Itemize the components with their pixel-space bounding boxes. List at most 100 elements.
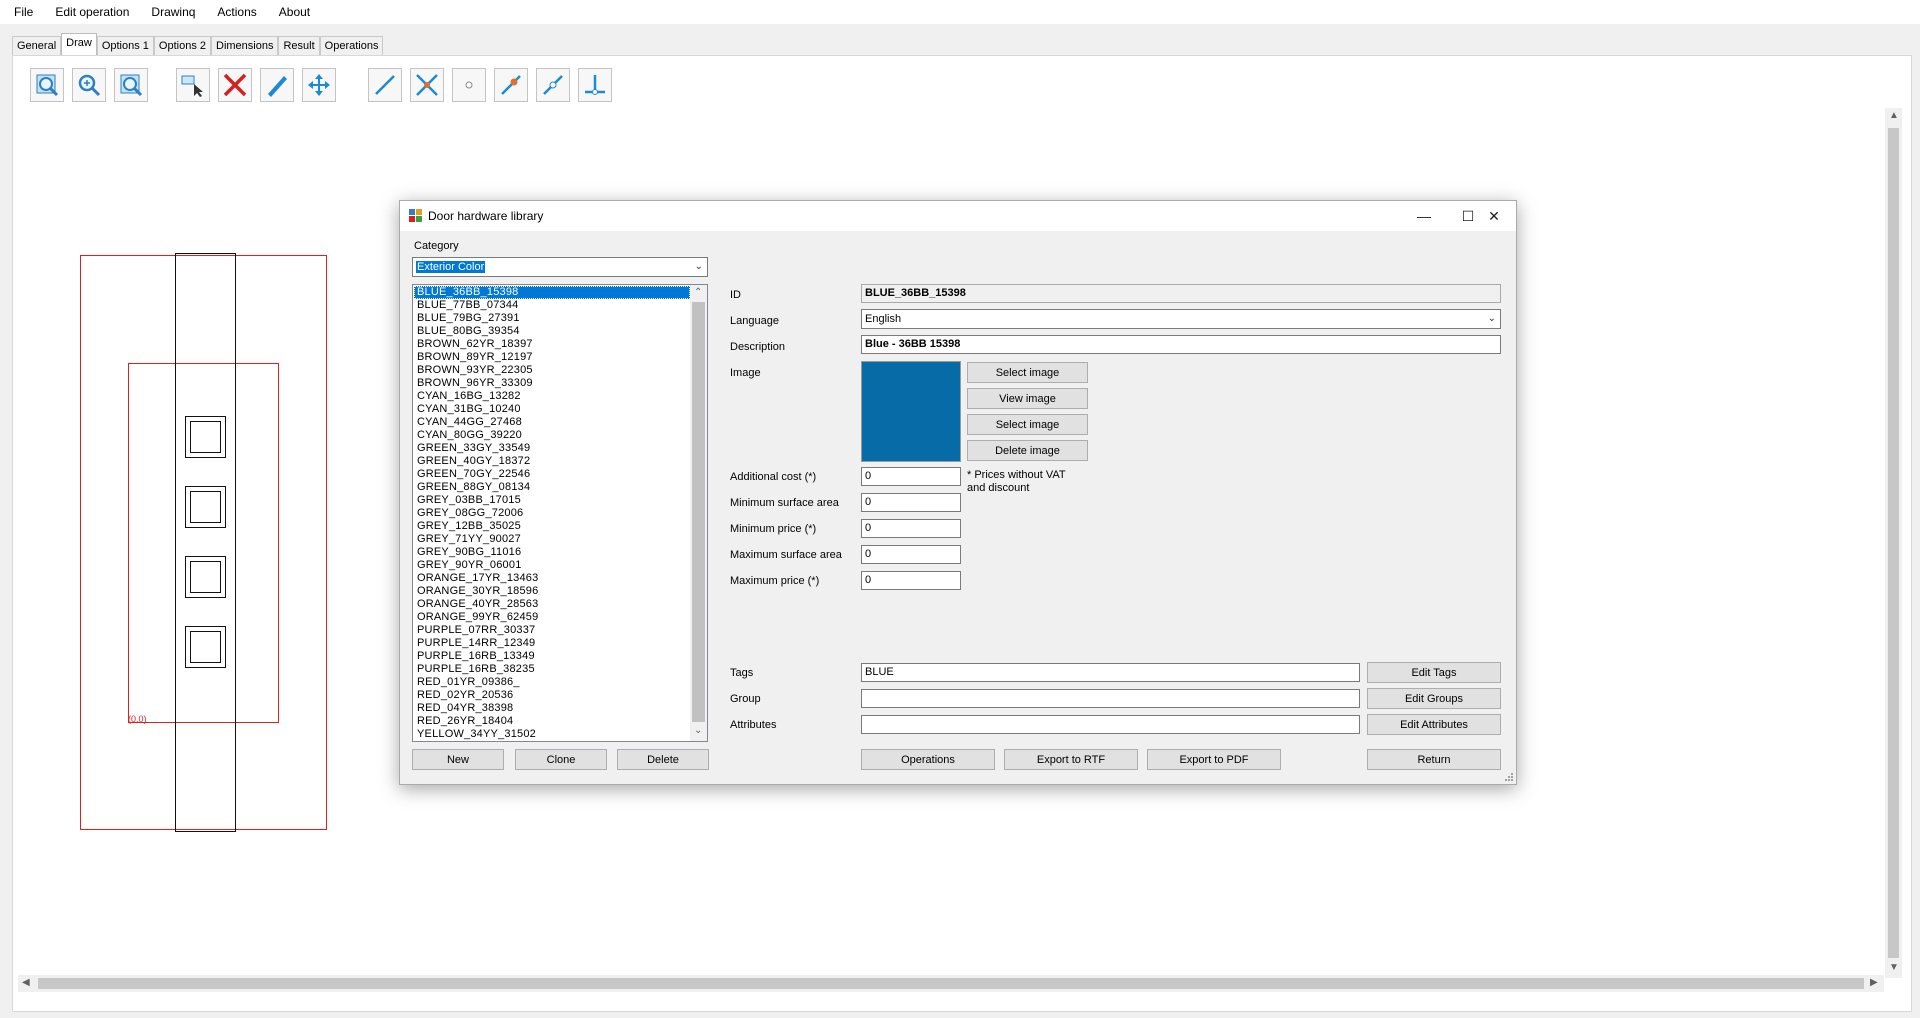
list-item[interactable]: PURPLE_07RR_30337 [414, 624, 690, 637]
view-image-button[interactable]: View image [967, 388, 1088, 409]
tab-draw[interactable]: Draw [61, 33, 97, 57]
scroll-down-icon[interactable]: ▼ [1889, 962, 1899, 973]
max-price-field[interactable]: 0 [861, 571, 961, 590]
list-item[interactable]: CYAN_31BG_10240 [414, 403, 690, 416]
horizontal-scroll-thumb[interactable] [38, 978, 1864, 989]
list-item[interactable]: ORANGE_99YR_62459 [414, 611, 690, 624]
list-item[interactable]: CYAN_80GG_39220 [414, 429, 690, 442]
menu-about[interactable]: About [271, 0, 318, 24]
list-item[interactable]: GREY_12BB_35025 [414, 520, 690, 533]
list-item[interactable]: ORANGE_17YR_13463 [414, 572, 690, 585]
vertical-scrollbar[interactable]: ▲ ▼ [1885, 108, 1902, 978]
list-item[interactable]: RED_26YR_18404 [414, 715, 690, 728]
list-item[interactable]: RED_02YR_20536 [414, 689, 690, 702]
line-point-icon[interactable] [494, 68, 528, 102]
point-icon[interactable] [452, 68, 486, 102]
list-item[interactable]: ORANGE_30YR_18596 [414, 585, 690, 598]
minimize-icon[interactable]: — [1402, 201, 1446, 231]
export-rtf-button[interactable]: Export to RTF [1004, 749, 1138, 770]
zoom-in-icon[interactable] [30, 68, 64, 102]
list-item[interactable]: YELLOW_34YY_31502 [414, 728, 690, 741]
horizontal-scrollbar[interactable]: ◀ ▶ [18, 975, 1884, 992]
attributes-field[interactable] [861, 715, 1360, 734]
zoom-all-icon[interactable] [72, 68, 106, 102]
select-image-button-2[interactable]: Select image [967, 414, 1088, 435]
operations-button[interactable]: Operations [861, 749, 995, 770]
list-item[interactable]: CYAN_16BG_13282 [414, 390, 690, 403]
pencil-draw-icon[interactable] [260, 68, 294, 102]
line-node-icon[interactable] [536, 68, 570, 102]
list-item[interactable]: BROWN_62YR_18397 [414, 338, 690, 351]
tab-operations[interactable]: Operations [319, 36, 384, 56]
menu-actions[interactable]: Actions [209, 0, 264, 24]
tab-general[interactable]: General [12, 36, 62, 56]
min-surface-field[interactable]: 0 [861, 493, 961, 512]
delete-image-button[interactable]: Delete image [967, 440, 1088, 461]
tab-options-1[interactable]: Options 1 [96, 36, 154, 56]
export-pdf-button[interactable]: Export to PDF [1147, 749, 1281, 770]
scroll-up-icon[interactable]: ▲ [1889, 110, 1899, 121]
min-price-field[interactable]: 0 [861, 519, 961, 538]
move-arrows-icon[interactable] [302, 68, 336, 102]
list-item[interactable]: BLUE_79BG_27391 [414, 312, 690, 325]
list-item[interactable]: BLUE_80BG_39354 [414, 325, 690, 338]
max-surface-field[interactable]: 0 [861, 545, 961, 564]
category-dropdown[interactable]: Exterior Color ⌄ [412, 257, 708, 277]
edit-groups-button[interactable]: Edit Groups [1367, 688, 1501, 709]
delete-x-icon[interactable] [218, 68, 252, 102]
list-item[interactable]: GREEN_40GY_18372 [414, 455, 690, 468]
edit-attributes-button[interactable]: Edit Attributes [1367, 714, 1501, 735]
description-field[interactable]: Blue - 36BB 15398 [861, 335, 1501, 354]
tab-options-2[interactable]: Options 2 [153, 36, 211, 56]
list-item[interactable]: GREEN_70GY_22546 [414, 468, 690, 481]
list-item[interactable]: PURPLE_14RR_12349 [414, 637, 690, 650]
tab-dimensions[interactable]: Dimensions [211, 36, 279, 56]
select-image-button[interactable]: Select image [967, 362, 1088, 383]
list-item[interactable]: PURPLE_16RB_38235 [414, 663, 690, 676]
zoom-out-icon[interactable] [114, 68, 148, 102]
list-item[interactable]: GREY_90BG_11016 [414, 546, 690, 559]
list-item[interactable]: RED_01YR_09386_ [414, 676, 690, 689]
list-scroll-thumb[interactable] [692, 302, 705, 722]
list-item[interactable]: PURPLE_16RB_13349 [414, 650, 690, 663]
clone-button[interactable]: Clone [515, 749, 607, 770]
new-button[interactable]: New [412, 749, 504, 770]
language-dropdown[interactable]: English ⌄ [861, 309, 1501, 329]
tab-result[interactable]: Result [278, 36, 320, 56]
list-item[interactable]: GREEN_88GY_08134 [414, 481, 690, 494]
list-item[interactable]: BLUE_77BB_07344 [414, 299, 690, 312]
list-item[interactable]: ORANGE_40YR_28563 [414, 598, 690, 611]
list-item[interactable]: GREY_08GG_72006 [414, 507, 690, 520]
list-item[interactable]: RED_04YR_38398 [414, 702, 690, 715]
scroll-down-icon[interactable]: ⌄ [694, 725, 702, 736]
list-item[interactable]: BLUE_36BB_15398 [414, 286, 690, 299]
list-item[interactable]: CYAN_44GG_27468 [414, 416, 690, 429]
list-item[interactable]: GREY_03BB_17015 [414, 494, 690, 507]
menu-drawing[interactable]: Drawinq [143, 0, 203, 24]
resize-grip-icon[interactable] [1504, 772, 1514, 782]
return-button[interactable]: Return [1367, 749, 1501, 770]
perpendicular-icon[interactable] [578, 68, 612, 102]
list-item[interactable]: BROWN_93YR_22305 [414, 364, 690, 377]
line-icon[interactable] [368, 68, 402, 102]
intersect-icon[interactable] [410, 68, 444, 102]
scroll-left-icon[interactable]: ◀ [22, 977, 30, 988]
list-item[interactable]: BROWN_96YR_33309 [414, 377, 690, 390]
select-pointer-icon[interactable] [176, 68, 210, 102]
menu-file[interactable]: File [6, 0, 41, 24]
list-item[interactable]: GREEN_33GY_33549 [414, 442, 690, 455]
tags-field[interactable]: BLUE [861, 663, 1360, 682]
vertical-scroll-thumb[interactable] [1888, 128, 1899, 958]
list-item[interactable]: GREY_90YR_06001 [414, 559, 690, 572]
list-item[interactable]: GREY_71YY_90027 [414, 533, 690, 546]
list-item[interactable]: BROWN_89YR_12197 [414, 351, 690, 364]
menu-edit-operation[interactable]: Edit operation [47, 0, 137, 24]
additional-cost-field[interactable]: 0 [861, 467, 961, 486]
scroll-right-icon[interactable]: ▶ [1870, 977, 1878, 988]
edit-tags-button[interactable]: Edit Tags [1367, 662, 1501, 683]
delete-button[interactable]: Delete [617, 749, 709, 770]
close-icon[interactable]: ✕ [1472, 201, 1516, 231]
scroll-up-icon[interactable]: ⌃ [694, 287, 702, 298]
list-scrollbar[interactable]: ⌃ ⌄ [690, 285, 707, 741]
group-field[interactable] [861, 689, 1360, 708]
